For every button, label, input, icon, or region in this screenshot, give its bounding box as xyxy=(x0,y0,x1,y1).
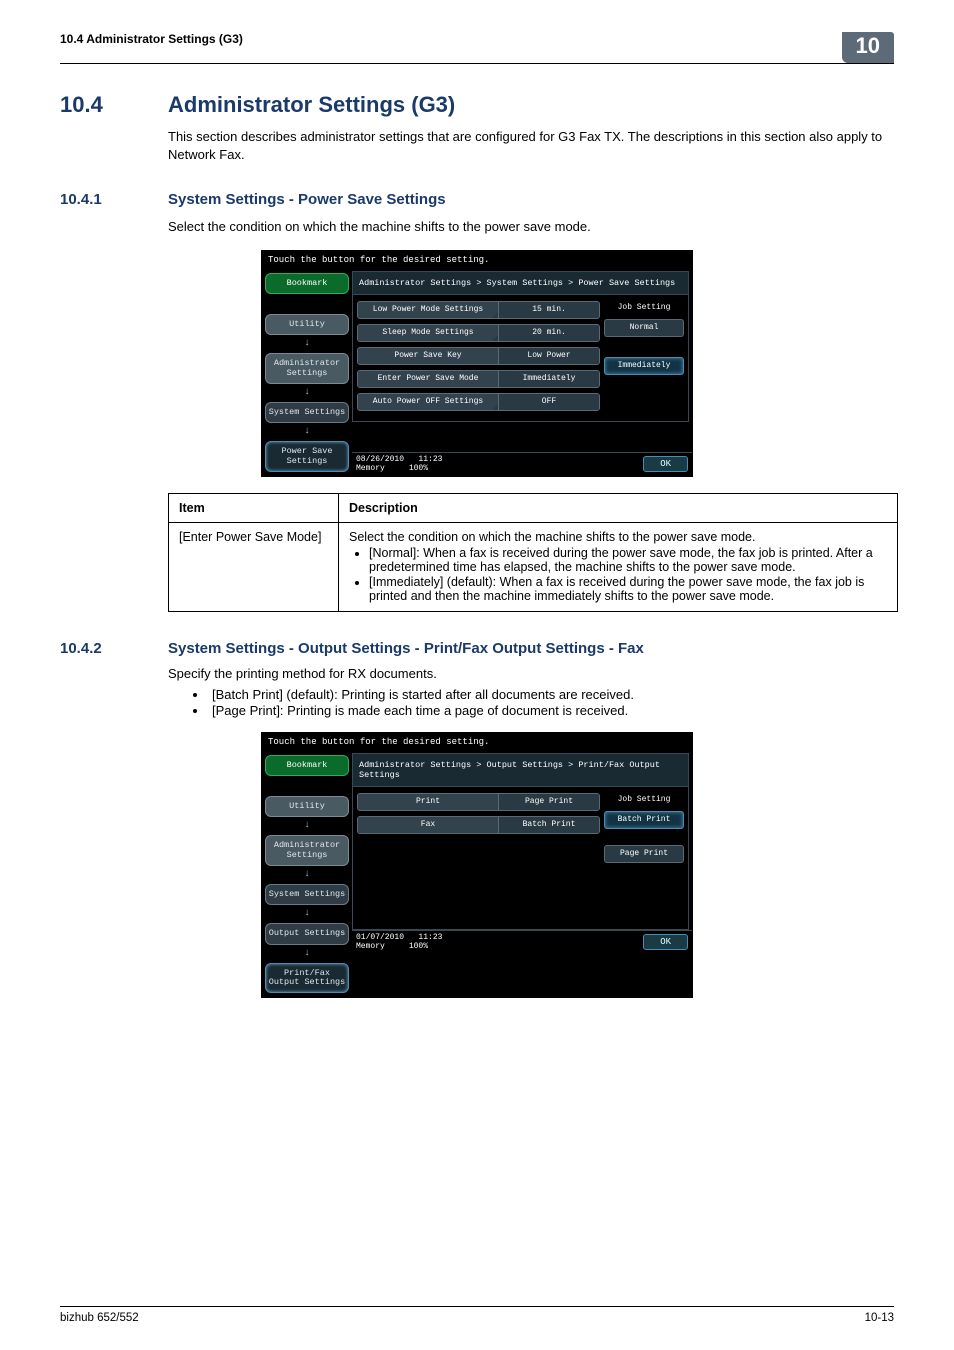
down-arrow-icon: ↓ xyxy=(304,870,310,880)
footer-info: 01/07/2010 11:23 Memory 100% xyxy=(356,933,442,951)
fax-button[interactable]: Fax Batch Print xyxy=(357,816,600,834)
section-heading: 10.4 Administrator Settings (G3) xyxy=(60,92,894,118)
auto-power-off-button[interactable]: Auto Power OFF Settings OFF xyxy=(357,393,600,411)
normal-option[interactable]: Normal xyxy=(604,319,684,337)
breadcrumb: Administrator Settings > System Settings… xyxy=(353,272,688,295)
nav-printfax-output[interactable]: Print/Fax Output Settings xyxy=(265,963,349,994)
description-table: Item Description [Enter Power Save Mode]… xyxy=(168,493,898,612)
print-button[interactable]: Print Page Print xyxy=(357,793,600,811)
page-print-option[interactable]: Page Print xyxy=(604,845,684,863)
down-arrow-icon: ↓ xyxy=(304,388,310,398)
down-arrow-icon: ↓ xyxy=(304,427,310,437)
description-cell: Select the condition on which the machin… xyxy=(339,523,898,612)
output-settings-screenshot: Touch the button for the desired setting… xyxy=(261,732,693,999)
section-title: Administrator Settings (G3) xyxy=(168,92,455,118)
bullet-list: [Batch Print] (default): Printing is sta… xyxy=(208,687,894,718)
nav-utility[interactable]: Utility xyxy=(265,796,349,817)
subsection-title: System Settings - Power Save Settings xyxy=(168,191,446,208)
down-arrow-icon: ↓ xyxy=(304,949,310,959)
power-save-key-button[interactable]: Power Save Key Low Power xyxy=(357,347,600,365)
nav-admin-settings[interactable]: Administrator Settings xyxy=(265,353,349,384)
power-save-screenshot: Touch the button for the desired setting… xyxy=(261,250,693,477)
breadcrumb: Administrator Settings > Output Settings… xyxy=(353,754,688,787)
low-power-mode-button[interactable]: Low Power Mode Settings 15 min. xyxy=(357,301,600,319)
intro-paragraph: This section describes administrator set… xyxy=(168,128,894,163)
nav-system-settings[interactable]: System Settings xyxy=(265,884,349,905)
table-row: [Enter Power Save Mode] Select the condi… xyxy=(169,523,898,612)
screenshot-instruction: Touch the button for the desired setting… xyxy=(262,251,692,269)
nav-output-settings[interactable]: Output Settings xyxy=(265,923,349,944)
sleep-mode-button[interactable]: Sleep Mode Settings 20 min. xyxy=(357,324,600,342)
list-item: [Batch Print] (default): Printing is sta… xyxy=(208,687,894,702)
footer-product: bizhub 652/552 xyxy=(60,1312,139,1324)
footer-page-number: 10-13 xyxy=(865,1312,894,1324)
screenshot-instruction: Touch the button for the desired setting… xyxy=(262,733,692,751)
down-arrow-icon: ↓ xyxy=(304,821,310,831)
subsection-number: 10.4.1 xyxy=(60,191,168,208)
page-footer: bizhub 652/552 10-13 xyxy=(60,1306,894,1324)
down-arrow-icon: ↓ xyxy=(304,909,310,919)
subsection-title: System Settings - Output Settings - Prin… xyxy=(168,640,644,657)
nav-utility[interactable]: Utility xyxy=(265,314,349,335)
enter-power-save-mode-button[interactable]: Enter Power Save Mode Immediately xyxy=(357,370,600,388)
item-cell: [Enter Power Save Mode] xyxy=(169,523,339,612)
subsection-body: Specify the printing method for RX docum… xyxy=(168,665,894,683)
job-setting-label: Job Setting xyxy=(604,301,684,314)
ok-button[interactable]: OK xyxy=(643,934,688,950)
section-number: 10.4 xyxy=(60,92,168,118)
nav-admin-settings[interactable]: Administrator Settings xyxy=(265,835,349,866)
down-arrow-icon: ↓ xyxy=(304,339,310,349)
chapter-number-box: 10 xyxy=(842,32,894,63)
header-left: 10.4 Administrator Settings (G3) xyxy=(60,32,243,52)
subsection-heading: 10.4.2 System Settings - Output Settings… xyxy=(60,640,894,657)
footer-info: 08/26/2010 11:23 Memory 100% xyxy=(356,455,442,473)
immediately-option[interactable]: Immediately xyxy=(604,357,684,375)
nav-power-save-settings[interactable]: Power Save Settings xyxy=(265,441,349,472)
list-item: [Page Print]: Printing is made each time… xyxy=(208,703,894,718)
nav-system-settings[interactable]: System Settings xyxy=(265,402,349,423)
subsection-body: Select the condition on which the machin… xyxy=(168,218,894,236)
subsection-number: 10.4.2 xyxy=(60,640,168,657)
subsection-heading: 10.4.1 System Settings - Power Save Sett… xyxy=(60,191,894,208)
job-setting-label: Job Setting xyxy=(604,793,684,806)
ok-button[interactable]: OK xyxy=(643,456,688,472)
bookmark-button[interactable]: Bookmark xyxy=(265,755,349,776)
batch-print-option[interactable]: Batch Print xyxy=(604,811,684,829)
table-header-description: Description xyxy=(339,494,898,523)
bookmark-button[interactable]: Bookmark xyxy=(265,273,349,294)
table-header-item: Item xyxy=(169,494,339,523)
running-header: 10.4 Administrator Settings (G3) 10 xyxy=(60,32,894,64)
